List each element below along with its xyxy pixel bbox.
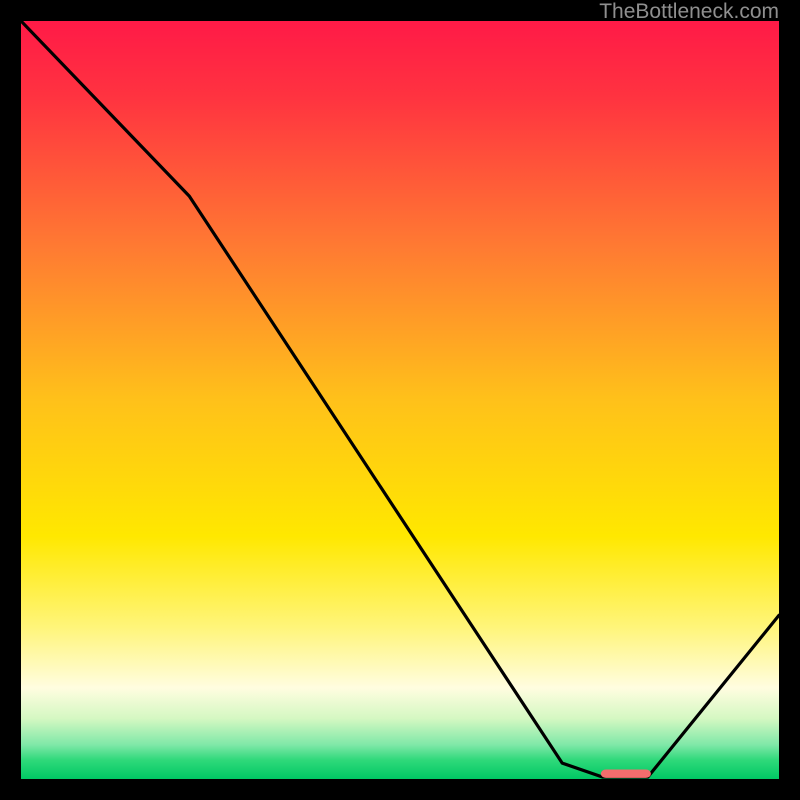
optimal-marker bbox=[601, 770, 651, 778]
chart-frame bbox=[21, 21, 779, 779]
watermark-text: TheBottleneck.com bbox=[599, 0, 779, 24]
gradient-background bbox=[21, 21, 779, 779]
bottleneck-chart bbox=[21, 21, 779, 779]
